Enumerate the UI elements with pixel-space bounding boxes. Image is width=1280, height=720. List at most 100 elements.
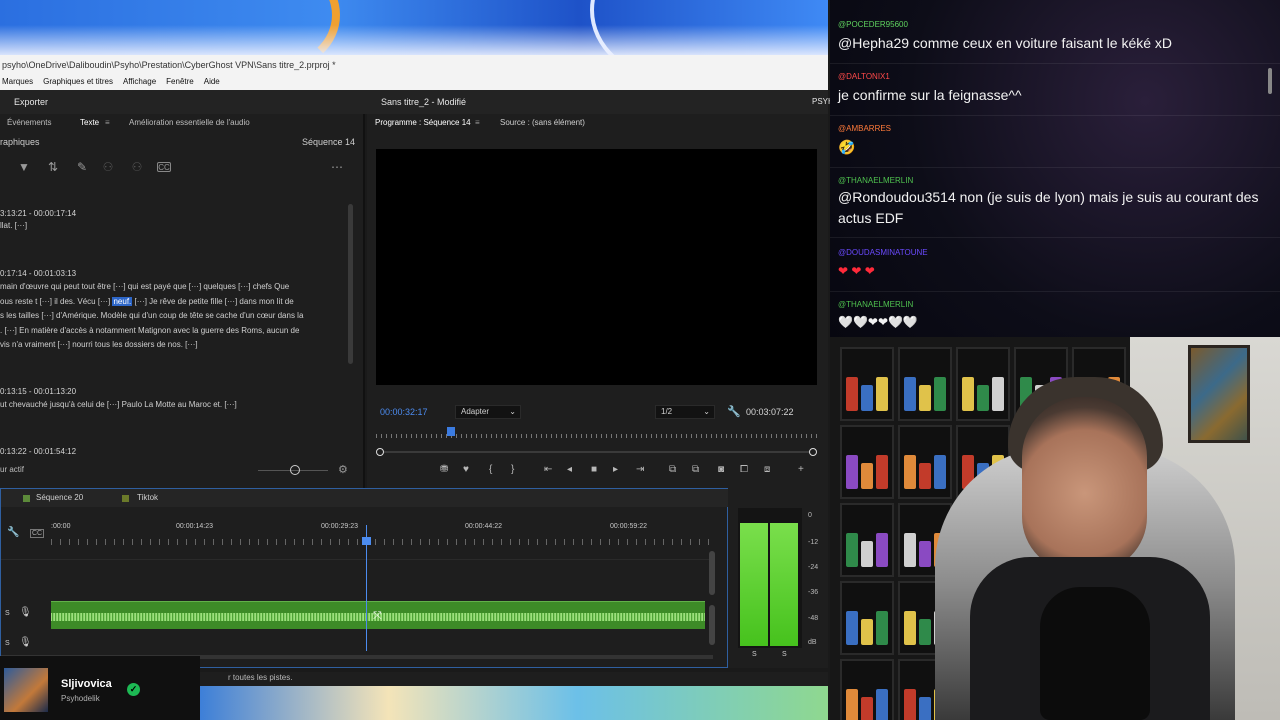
audio-track-scrollbar[interactable] xyxy=(709,605,715,645)
settings-icon[interactable]: ⚙ xyxy=(338,463,348,476)
sequence-color-swatch xyxy=(23,495,30,502)
menu-item-marques[interactable]: Marques xyxy=(2,75,33,90)
meter-solo-right[interactable]: S xyxy=(782,651,787,658)
mark-out-bracket-icon[interactable]: } xyxy=(511,463,514,477)
tab-evenements[interactable]: Événements xyxy=(7,114,51,132)
current-timecode[interactable]: 00:00:32:17 xyxy=(380,407,428,417)
collectible-figure xyxy=(919,385,931,411)
status-bar: r toutes les pistes. xyxy=(200,672,828,686)
filter-icon[interactable]: ▼ xyxy=(17,160,31,174)
speaker-icon[interactable]: ⚇ xyxy=(101,160,115,174)
ruler-label: :00:00 xyxy=(51,523,71,530)
text-panel: Événements Texte ≡ Amélioration essentie… xyxy=(0,114,365,488)
tab-menu-icon[interactable]: ≡ xyxy=(475,114,480,132)
zoom-scrollbar[interactable] xyxy=(376,448,817,456)
playhead-handle[interactable] xyxy=(362,537,371,545)
video-preview[interactable] xyxy=(376,149,817,385)
video-track-scrollbar[interactable] xyxy=(709,551,715,595)
segment-text[interactable]: llat. [···] xyxy=(0,219,345,234)
tab-source[interactable]: Source : (sans élément) xyxy=(500,114,585,132)
marker-icon[interactable]: ♥ xyxy=(463,463,469,477)
pencil-icon[interactable]: ✎ xyxy=(75,160,89,174)
chat-message: @DALTONIX1 je confirme sur la feignasse^… xyxy=(830,66,1280,116)
wall-painting xyxy=(1188,345,1250,443)
zoom-slider-thumb[interactable] xyxy=(290,465,300,475)
go-to-out-icon[interactable]: ⇥ xyxy=(636,463,644,477)
menu-item-fenetre[interactable]: Fenêtre xyxy=(166,75,194,90)
step-forward-icon[interactable]: ▸ xyxy=(613,463,618,477)
chat-username: @DOUDASMINATOUNE xyxy=(838,248,928,257)
group-icon[interactable]: ⚇ xyxy=(130,160,144,174)
collectible-figure xyxy=(861,463,873,489)
wrench-icon[interactable]: 🔧 xyxy=(727,405,741,418)
footer-label: ur actif xyxy=(0,465,25,474)
microphone-icon[interactable]: 🎙 xyxy=(19,607,32,618)
add-button-icon[interactable]: + xyxy=(798,463,804,477)
fit-dropdown[interactable]: Adapter ⌄ xyxy=(455,405,521,419)
tab-tiktok[interactable]: Tiktok xyxy=(137,489,158,507)
chat-message: @THANAELMERLIN 🤍🤍❤❤🤍🤍 xyxy=(830,294,1280,336)
tab-menu-icon[interactable]: ≡ xyxy=(105,114,110,132)
resolution-dropdown[interactable]: 1/2 ⌄ xyxy=(655,405,715,419)
collectible-figure xyxy=(876,455,888,489)
meter-solo-left[interactable]: S xyxy=(752,651,757,658)
tab-sequence-20[interactable]: Séquence 20 xyxy=(36,489,83,507)
collectible-figure xyxy=(919,463,931,489)
collectible-figure xyxy=(904,689,916,720)
meter-scale-label: -36 xyxy=(808,589,819,596)
background-artwork xyxy=(200,686,828,720)
tab-program[interactable]: Programme : Séquence 14 xyxy=(375,114,471,132)
mark-in-bracket-icon[interactable]: { xyxy=(489,463,492,477)
scrollbar-end-handle[interactable] xyxy=(809,448,817,456)
proxy-icon[interactable]: ⧈ xyxy=(764,463,770,477)
comparison-icon[interactable]: ⧠ xyxy=(740,463,748,477)
track-artist: Psyhodelik xyxy=(61,694,100,703)
segment-timecode: 0:17:14 - 00:01:03:13 xyxy=(0,269,77,278)
captions-icon[interactable]: CC xyxy=(157,162,171,172)
monitor-playhead[interactable] xyxy=(446,427,455,436)
collectible-figure xyxy=(846,611,858,645)
collectible-figure xyxy=(846,377,858,411)
segment-text[interactable]: ut chevauché jusqu'à celui de [···] Paul… xyxy=(0,398,345,413)
extract-icon[interactable]: ⧉ xyxy=(692,463,699,477)
status-text: r toutes les pistes. xyxy=(228,673,293,682)
menu-item-aide[interactable]: Aide xyxy=(204,75,220,90)
timeline-panel: Séquence 20 Tiktok 🔧 CC :00:00 00:00:14:… xyxy=(0,488,729,668)
chat-message: @THANAELMERLIN @Rondoudou3514 non (je su… xyxy=(830,170,1280,238)
chat-username: @POCEDER95600 xyxy=(838,20,908,29)
step-back-icon[interactable]: ◂ xyxy=(567,463,572,477)
meter-scale-label: 0 xyxy=(808,512,812,519)
split-icon[interactable]: ⇅ xyxy=(46,160,60,174)
collectible-figure xyxy=(934,455,946,489)
collectible-figure xyxy=(846,455,858,489)
export-tab[interactable]: Exporter xyxy=(14,90,48,114)
scrollbar-start-handle[interactable] xyxy=(376,448,384,456)
camera-icon[interactable]: ◙ xyxy=(718,463,724,477)
highlighted-word[interactable]: neuf. xyxy=(112,296,133,306)
track-label: S xyxy=(5,640,10,647)
lift-icon[interactable]: ⧉ xyxy=(669,463,676,477)
tab-audio-essentiel[interactable]: Amélioration essentielle de l'audio xyxy=(129,114,250,132)
chevron-down-icon: ⌄ xyxy=(703,407,710,416)
captions-icon[interactable]: CC xyxy=(30,529,45,538)
sequence-label: Séquence 14 xyxy=(302,137,356,147)
timeline-ruler[interactable]: :00:00 00:00:14:23 00:00:29:23 00:00:44:… xyxy=(51,523,711,545)
menu-item-affichage[interactable]: Affichage xyxy=(123,75,156,90)
menu-item-graphiques[interactable]: Graphiques et titres xyxy=(43,75,113,90)
more-options-icon[interactable]: ⋯ xyxy=(330,160,344,174)
meter-left-channel xyxy=(740,523,768,646)
mark-in-icon[interactable]: ⛃ xyxy=(440,463,448,477)
collectible-figure xyxy=(904,533,916,567)
monitor-time-ruler[interactable] xyxy=(376,430,817,440)
wrench-icon[interactable]: 🔧 xyxy=(7,527,19,538)
transport-bar: ⛃ ♥ { } ⇤ ◂ ■ ▸ ⇥ ⧉ ⧉ ◙ ⧠ ⧈ + xyxy=(367,463,828,477)
chat-overlay: @POCEDER95600 @Hepha29 comme ceux en voi… xyxy=(830,0,1280,337)
tab-texte[interactable]: Texte xyxy=(80,114,99,132)
microphone-icon[interactable]: 🎙 xyxy=(19,637,32,648)
go-to-in-icon[interactable]: ⇤ xyxy=(544,463,552,477)
collectible-figure xyxy=(992,377,1004,411)
chat-scrollbar[interactable] xyxy=(1268,68,1272,94)
transcript-scrollbar[interactable] xyxy=(348,204,353,364)
segment-text[interactable]: main d'œuvre qui peut tout être [···] qu… xyxy=(0,280,345,353)
stop-icon[interactable]: ■ xyxy=(591,463,597,477)
